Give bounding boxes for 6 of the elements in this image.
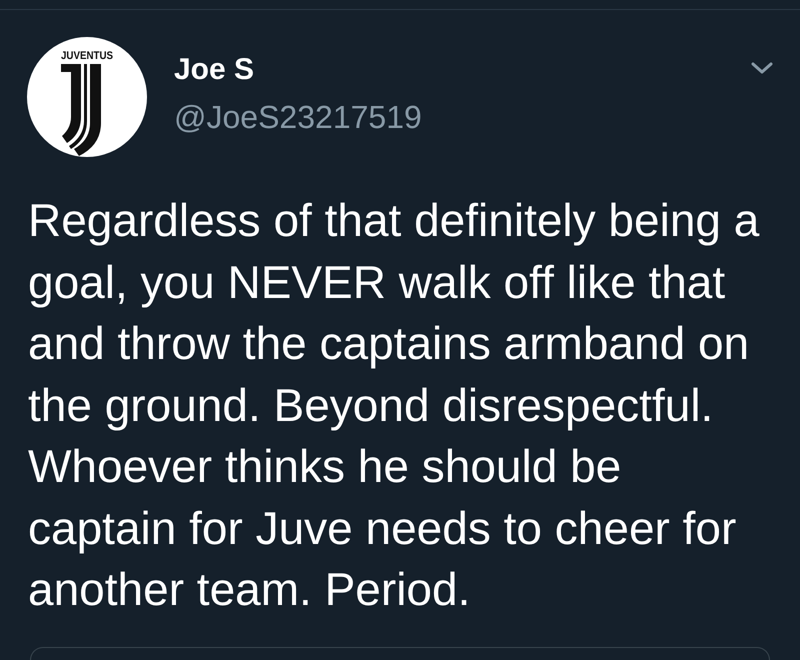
logo-wordmark: JUVENTUS	[61, 50, 120, 62]
author-name[interactable]: Joe S	[174, 53, 422, 87]
caret-down-icon[interactable]	[751, 62, 773, 74]
author-handle[interactable]: @JoeS23217519	[174, 99, 422, 135]
tweet-text: Regardless of that definitely being a goal, you NEVER walk off like that and throw the captains armband on the ground. Beyond disrespectful. Whoever thinks he should be captain for Juve needs to cheer for another team. Period.	[27, 193, 760, 617]
j-logo-icon	[61, 64, 101, 156]
